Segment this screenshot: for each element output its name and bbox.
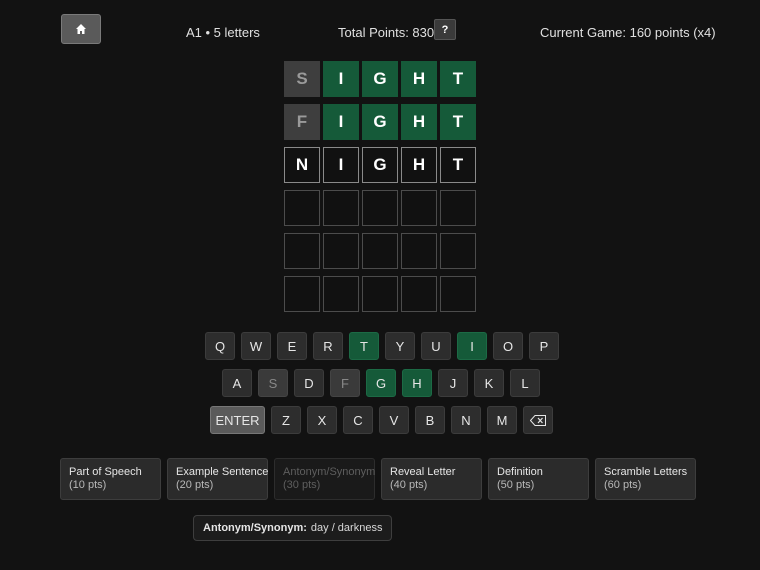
board-tile: T (440, 104, 476, 140)
home-icon (76, 24, 86, 34)
board-tile: H (401, 147, 437, 183)
board-tile: I (323, 147, 359, 183)
board-tile (323, 276, 359, 312)
keyboard-row: QWERTYUIOP (205, 332, 559, 360)
hint-button[interactable]: Antonym/Synonym (30 pts) (274, 458, 375, 500)
hint-title: Part of Speech (69, 466, 142, 478)
board-tile (362, 233, 398, 269)
hint-button[interactable]: Reveal Letter (40 pts) (381, 458, 482, 500)
hint-title: Scramble Letters (604, 466, 688, 478)
board-tile (440, 190, 476, 226)
hint-button[interactable]: Scramble Letters (60 pts) (595, 458, 696, 500)
board-tile: F (284, 104, 320, 140)
board-tile (401, 276, 437, 312)
key-n[interactable]: N (451, 406, 481, 434)
key-b[interactable]: B (415, 406, 445, 434)
keyboard-row: ENTER Z X C V B N M (210, 406, 553, 434)
board-tile: H (401, 104, 437, 140)
key-j[interactable]: J (438, 369, 468, 397)
backspace-key[interactable] (523, 406, 553, 434)
key-p[interactable]: P (529, 332, 559, 360)
key-u[interactable]: U (421, 332, 451, 360)
board-tile: T (440, 147, 476, 183)
hint-button[interactable]: Part of Speech (10 pts) (60, 458, 161, 500)
board-tile: G (362, 147, 398, 183)
key-k[interactable]: K (474, 369, 504, 397)
key-i[interactable]: I (457, 332, 487, 360)
key-v[interactable]: V (379, 406, 409, 434)
board-tile (284, 276, 320, 312)
board-tile (401, 190, 437, 226)
level-label: A1 • 5 letters (186, 25, 260, 40)
board-tile (323, 190, 359, 226)
board-tile (362, 190, 398, 226)
board-tile (284, 190, 320, 226)
board-tile (401, 233, 437, 269)
key-r[interactable]: R (313, 332, 343, 360)
revealed-hint-label: Antonym/Synonym: (203, 522, 307, 534)
total-points: Total Points: 830 (338, 25, 435, 40)
key-f[interactable]: F (330, 369, 360, 397)
hint-buttons: Part of Speech (10 pts) Example Sentence (2… (60, 458, 696, 500)
board-tile: T (440, 61, 476, 97)
hint-cost: (10 pts) (69, 479, 107, 491)
board-tile (440, 233, 476, 269)
key-a[interactable]: A (222, 369, 252, 397)
hint-button[interactable]: Definition (50 pts) (488, 458, 589, 500)
current-game-points: Current Game: 160 points (x4) (540, 25, 716, 40)
key-w[interactable]: W (241, 332, 271, 360)
hint-title: Definition (497, 466, 543, 478)
hint-cost: (40 pts) (390, 479, 428, 491)
hint-cost: (50 pts) (497, 479, 535, 491)
key-c[interactable]: C (343, 406, 373, 434)
board-tile: G (362, 61, 398, 97)
key-h[interactable]: H (402, 369, 432, 397)
board-tile (440, 276, 476, 312)
key-e[interactable]: E (277, 332, 307, 360)
key-t[interactable]: T (349, 332, 379, 360)
hint-button[interactable]: Example Sentence (20 pts) (167, 458, 268, 500)
key-g[interactable]: G (366, 369, 396, 397)
hint-cost: (20 pts) (176, 479, 214, 491)
revealed-hint-value: day / darkness (310, 522, 383, 534)
game-board: SIGHTFIGHTNIGHT (284, 61, 476, 312)
backspace-icon (530, 414, 546, 426)
hint-cost: (60 pts) (604, 479, 642, 491)
board-tile (284, 233, 320, 269)
key-z[interactable]: Z (271, 406, 301, 434)
hint-title: Antonym/Synonym (283, 466, 376, 478)
revealed-hint: Antonym/Synonym: day / darkness (193, 515, 393, 541)
key-o[interactable]: O (493, 332, 523, 360)
board-tile: N (284, 147, 320, 183)
home-button[interactable] (61, 14, 101, 44)
hint-cost: (30 pts) (283, 479, 321, 491)
enter-key[interactable]: ENTER (210, 406, 265, 434)
board-tile (323, 233, 359, 269)
hint-title: Example Sentence (176, 466, 269, 478)
board-tile (362, 276, 398, 312)
key-d[interactable]: D (294, 369, 324, 397)
keyboard-row: ASDFGHJKL (222, 369, 540, 397)
board-tile: G (362, 104, 398, 140)
board-tile: I (323, 61, 359, 97)
hint-title: Reveal Letter (390, 466, 456, 478)
key-y[interactable]: Y (385, 332, 415, 360)
board-tile: I (323, 104, 359, 140)
key-q[interactable]: Q (205, 332, 235, 360)
help-button[interactable]: ? (434, 19, 456, 40)
key-m[interactable]: M (487, 406, 517, 434)
key-l[interactable]: L (510, 369, 540, 397)
board-tile: S (284, 61, 320, 97)
key-s[interactable]: S (258, 369, 288, 397)
key-x[interactable]: X (307, 406, 337, 434)
board-tile: H (401, 61, 437, 97)
